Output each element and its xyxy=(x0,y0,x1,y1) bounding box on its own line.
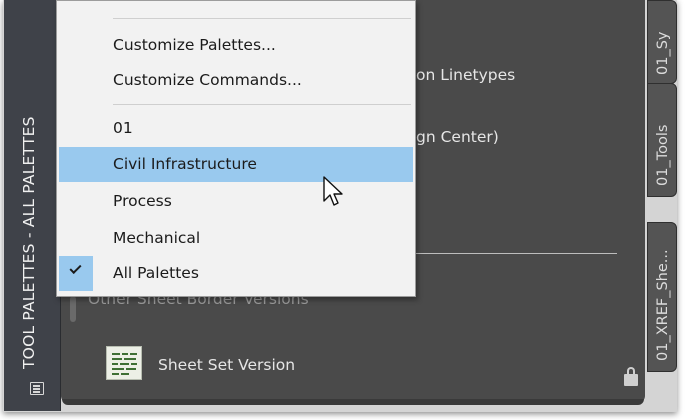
menu-item-label: 01 xyxy=(113,119,133,137)
menu-item-label: Civil Infrastructure xyxy=(113,155,257,173)
checkmark-cell xyxy=(59,256,93,291)
menu-item-label: All Palettes xyxy=(113,264,199,282)
menu-item-all-palettes[interactable]: All Palettes xyxy=(59,256,413,291)
palettes-icon[interactable] xyxy=(30,382,44,395)
palette-title-bar[interactable]: TOOL PALETTES - ALL PALETTES xyxy=(4,0,61,411)
palette-separator xyxy=(405,253,617,254)
palette-content-edge xyxy=(62,399,644,405)
menu-item-01[interactable]: 01 xyxy=(59,111,413,146)
menu-item-civil-infrastructure[interactable]: Civil Infrastructure xyxy=(59,147,413,182)
tab-label: 01_Sy xyxy=(655,31,671,76)
tool-design-center-label[interactable]: gn Center) xyxy=(416,128,499,146)
menu-item-customize-palettes[interactable]: Customize Palettes... xyxy=(59,28,413,63)
tab-01-xref-sheet[interactable]: 01_XREF_She... xyxy=(647,222,677,372)
mouse-pointer-icon xyxy=(323,176,343,206)
tab-01-tools[interactable]: 01_Tools xyxy=(647,83,677,197)
palette-title: TOOL PALETTES - ALL PALETTES xyxy=(20,116,38,369)
palette-context-menu: Customize Palettes... Customize Commands… xyxy=(56,0,416,297)
tab-label: 01_XREF_She... xyxy=(655,249,671,361)
menu-item-customize-commands[interactable]: Customize Commands... xyxy=(59,63,413,98)
check-icon xyxy=(69,261,82,275)
tab-01-sy[interactable]: 01_Sy xyxy=(647,0,677,84)
tab-label: 01_Tools xyxy=(655,124,671,186)
sheet-set-icon[interactable] xyxy=(106,346,142,380)
menu-item-label: Customize Palettes... xyxy=(113,36,276,54)
menu-item-mechanical[interactable]: Mechanical xyxy=(59,221,413,256)
lock-icon[interactable] xyxy=(624,367,638,386)
menu-separator xyxy=(113,18,411,19)
tool-sheet-set-version-label[interactable]: Sheet Set Version xyxy=(158,356,295,374)
menu-item-process[interactable]: Process xyxy=(59,184,413,219)
tool-linetypes-label[interactable]: on Linetypes xyxy=(416,66,515,84)
menu-item-label: Customize Commands... xyxy=(113,71,302,89)
menu-separator xyxy=(113,104,411,105)
menu-item-label: Mechanical xyxy=(113,229,201,247)
menu-item-label: Process xyxy=(113,192,172,210)
palette-scroll-handle[interactable] xyxy=(70,296,76,322)
